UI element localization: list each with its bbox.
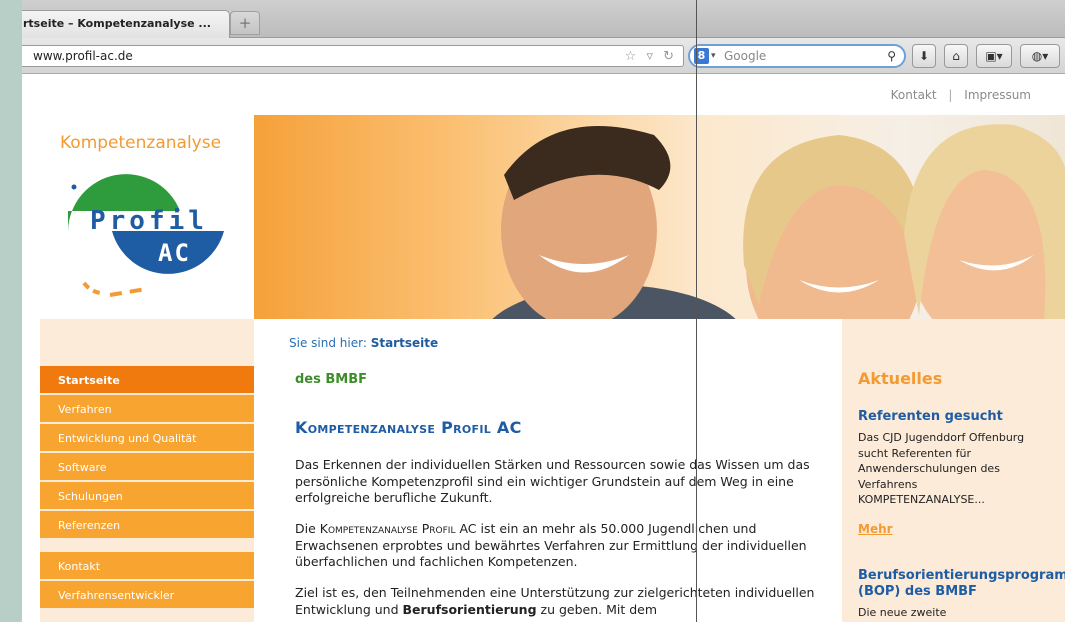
- sidebar-item-verfahren[interactable]: Verfahren: [40, 395, 254, 424]
- search-input[interactable]: 8 ▾ Google ⚲: [688, 44, 906, 68]
- news-item-text: Das CJD Jugenddorf Offenburg sucht Refer…: [858, 431, 1025, 506]
- cursor-guide-line: [696, 0, 697, 622]
- impressum-link[interactable]: Impressum: [964, 88, 1031, 102]
- search-icon[interactable]: ⚲: [887, 46, 896, 66]
- breadcrumb: Sie sind hier: Startseite: [289, 336, 438, 350]
- link-separator: |: [948, 88, 953, 102]
- subtitle: des BMBF: [295, 372, 368, 387]
- p2-smallcaps: Kompetenzanalyse Profil: [319, 521, 456, 536]
- url-text[interactable]: www.profil-ac.de: [33, 46, 133, 67]
- sidebar-menu: Startseite Verfahren Entwicklung und Qua…: [40, 366, 254, 610]
- news-item2-text: Die neue zweite: [858, 606, 947, 619]
- navigation-bar: www.profil-ac.de ☆ ▿ ↻ 8 ▾ Google ⚲ ⬇ ⌂ …: [22, 38, 1065, 74]
- goal-paragraph: Ziel ist es, den Teilnehmenden eine Unte…: [295, 585, 815, 618]
- menu-gap: [40, 540, 254, 552]
- news-heading: Aktuelles: [858, 369, 943, 388]
- bookmark-star-icon[interactable]: ☆ ▿ ↻: [625, 47, 677, 67]
- sidebar-item-kontakt[interactable]: Kontakt: [40, 552, 254, 581]
- breadcrumb-current[interactable]: Startseite: [371, 336, 438, 350]
- description-paragraph: Die Kompetenzanalyse Profil AC ist ein a…: [295, 521, 815, 571]
- news-item-title[interactable]: Referenten gesucht: [858, 409, 1003, 424]
- p3-end: zu geben. Mit dem: [536, 601, 658, 617]
- tab-bar: rtseite – Kompetenzanalyse ... +: [22, 0, 1065, 38]
- sidebar-item-schulungen[interactable]: Schulungen: [40, 482, 254, 511]
- sidebar-item-software[interactable]: Software: [40, 453, 254, 482]
- page-title: Kompetenzanalyse Profil AC: [295, 418, 522, 437]
- browser-tab[interactable]: rtseite – Kompetenzanalyse ...: [22, 10, 230, 38]
- browser-window: rtseite – Kompetenzanalyse ... + www.pro…: [22, 0, 1065, 622]
- address-bar[interactable]: www.profil-ac.de ☆ ▿ ↻: [22, 45, 684, 67]
- home-icon[interactable]: ⌂: [944, 44, 968, 68]
- web-page: Kontakt | Impressum Kompetenzanalyse Pro…: [22, 75, 1065, 622]
- search-engine-dropdown-icon[interactable]: ▾: [711, 46, 716, 66]
- search-placeholder: Google: [724, 49, 767, 63]
- logo-title: Kompetenzanalyse: [60, 133, 222, 153]
- kontakt-link[interactable]: Kontakt: [891, 88, 937, 102]
- addon-icon[interactable]: ◍▾: [1020, 44, 1060, 68]
- news-item2-title-line2[interactable]: (BOP) des BMBF: [858, 584, 977, 599]
- screenshot-icon[interactable]: ▣▾: [976, 44, 1012, 68]
- news-item2-title-line1[interactable]: Berufsorientierungsprogram: [858, 568, 1065, 583]
- intro-paragraph: Das Erkennen der individuellen Stärken u…: [295, 457, 810, 505]
- sidebar-item-referenzen[interactable]: Referenzen: [40, 511, 254, 540]
- profil-ac-logo[interactable]: Profil AC: [60, 163, 230, 303]
- more-link[interactable]: Mehr: [858, 522, 893, 536]
- sidebar-item-verfahrensentwickler[interactable]: Verfahrensentwickler: [40, 581, 254, 610]
- p3-bold: Berufsorientierung: [402, 601, 537, 617]
- top-links: Kontakt | Impressum: [887, 88, 1035, 102]
- download-icon[interactable]: ⬇: [912, 44, 936, 68]
- breadcrumb-prefix: Sie sind hier:: [289, 336, 367, 350]
- hero-image: [254, 115, 1065, 319]
- sidebar-item-startseite[interactable]: Startseite: [40, 366, 254, 395]
- logo-word-ac: AC: [158, 239, 191, 267]
- new-tab-button[interactable]: +: [230, 11, 260, 35]
- sidebar-item-entwicklung[interactable]: Entwicklung und Qualität: [40, 424, 254, 453]
- p2-start: Die: [295, 521, 320, 536]
- logo-word-profil: Profil: [90, 206, 208, 236]
